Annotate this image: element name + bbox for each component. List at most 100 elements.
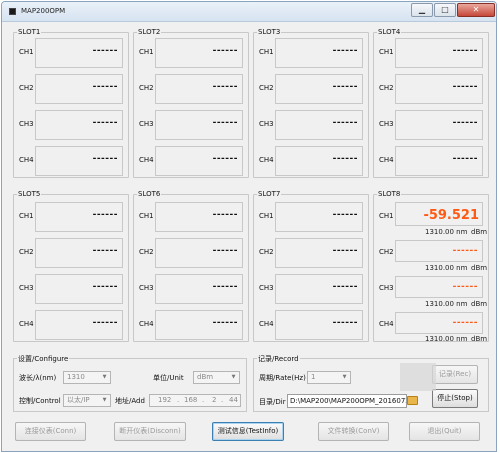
channel-label: CH4 <box>259 320 274 328</box>
wavelength-select-value: 1310 <box>67 373 85 381</box>
channel-reading: ------ <box>452 282 478 292</box>
channel-label: CH1 <box>259 48 274 56</box>
channel-reading-box: ------ <box>155 110 243 140</box>
channel-label: CH3 <box>379 284 394 292</box>
record-group: 记录/Record 周期/Rate(Hz) 1 ▼ 目录/Dir D:\MAP2… <box>253 354 489 412</box>
channel-label: CH1 <box>19 48 34 56</box>
channel-reading-box: ------ <box>275 310 363 340</box>
channel-reading: ------ <box>212 210 238 220</box>
ip-octet: 168 <box>184 396 198 404</box>
channel-reading: ------ <box>212 282 238 292</box>
channel-label: CH2 <box>19 84 34 92</box>
slot-1-panel: SLOT1 CH1 ------ CH2 ------ CH3 ------ C… <box>13 28 129 178</box>
channel-label: CH3 <box>259 120 274 128</box>
channel-label: CH3 <box>19 120 34 128</box>
channel-label: CH3 <box>139 284 154 292</box>
channel-reading: ------ <box>332 154 358 164</box>
slot-7-panel: SLOT7 CH1 ------ CH2 ------ CH3 ------ C… <box>253 190 369 342</box>
quit-button[interactable]: 退出(Quit) <box>409 422 480 441</box>
convert-button[interactable]: 文件转换(ConV) <box>318 422 389 441</box>
channel-label: CH4 <box>379 320 394 328</box>
channel-reading-box: ------ <box>275 202 363 232</box>
maximize-button[interactable]: □ <box>434 3 456 17</box>
close-button[interactable]: ✕ <box>457 3 495 17</box>
channel-reading-box: ------ <box>35 310 123 340</box>
window-title: MAP200OPM <box>21 7 66 15</box>
minimize-button[interactable]: ▁ <box>411 3 433 17</box>
rate-select-value: 1 <box>311 373 316 381</box>
channel-reading-box: ------ <box>275 110 363 140</box>
channel-reading-box: ------ <box>275 146 363 176</box>
channel-reading-box: ------ <box>155 274 243 304</box>
channel-label: CH3 <box>19 284 34 292</box>
channel-reading: ------ <box>92 154 118 164</box>
channel-unit: dBm <box>471 300 488 308</box>
channel-reading: ------ <box>332 46 358 56</box>
rate-select[interactable]: 1 ▼ <box>307 371 351 384</box>
slot-3-panel: SLOT3 CH1 ------ CH2 ------ CH3 ------ C… <box>253 28 369 178</box>
channel-reading-box: ------ <box>35 74 123 104</box>
channel-reading: ------ <box>212 154 238 164</box>
app-window: MAP200OPM ▁ □ ✕ SLOT1 CH1 ------ CH2 ---… <box>1 1 497 452</box>
channel-reading: ------ <box>92 282 118 292</box>
channel-label: CH3 <box>139 120 154 128</box>
channel-label: CH2 <box>379 248 394 256</box>
channel-reading-box: ------ <box>275 238 363 268</box>
slot-title: SLOT2 <box>137 28 162 36</box>
channel-reading-box: -59.521 <box>395 202 483 226</box>
channel-reading-box: ------ <box>155 238 243 268</box>
ip-address-input[interactable]: 192 . 168 . 2 . 44 <box>149 394 241 407</box>
slot-title: SLOT3 <box>257 28 282 36</box>
channel-label: CH4 <box>379 156 394 164</box>
channel-label: CH4 <box>139 156 154 164</box>
directory-input[interactable]: D:\MAP200\MAP200OPM_2016072( <box>287 394 407 408</box>
record-button[interactable]: 记录(Rec) <box>432 365 478 384</box>
channel-reading-box: ------ <box>395 38 483 68</box>
slot-title: SLOT4 <box>377 28 402 36</box>
slot-8-panel: SLOT8 CH1 -59.521 1310.00 nm dBm CH2 ---… <box>373 190 489 343</box>
folder-browse-icon[interactable] <box>407 396 418 405</box>
channel-reading-box: ------ <box>155 74 243 104</box>
unit-select-value: dBm <box>197 373 214 381</box>
channel-reading: -59.521 <box>423 208 479 223</box>
wavelength-select[interactable]: 1310 ▼ <box>63 371 111 384</box>
channel-reading: ------ <box>452 318 478 328</box>
channel-reading-box: ------ <box>155 38 243 68</box>
channel-wavelength: 1310.00 nm <box>425 300 468 308</box>
channel-reading: ------ <box>332 82 358 92</box>
wavelength-label: 波长/λ(nm) <box>19 374 57 382</box>
channel-label: CH1 <box>379 212 394 220</box>
slot-title: SLOT5 <box>17 190 42 198</box>
channel-unit: dBm <box>471 228 488 236</box>
channel-reading-box: ------ <box>155 310 243 340</box>
channel-label: CH1 <box>139 48 154 56</box>
channel-reading-box: ------ <box>395 74 483 104</box>
channel-reading-box: ------ <box>35 146 123 176</box>
channel-reading: ------ <box>92 46 118 56</box>
connect-button[interactable]: 连接仪表(Conn) <box>15 422 86 441</box>
stop-button[interactable]: 停止(Stop) <box>432 389 478 408</box>
channel-reading: ------ <box>332 282 358 292</box>
channel-label: CH3 <box>379 120 394 128</box>
control-select[interactable]: 以太/IP ▼ <box>63 394 111 407</box>
rate-label: 周期/Rate(Hz) <box>259 374 306 382</box>
slot-title: SLOT6 <box>137 190 162 198</box>
slot-title: SLOT8 <box>377 190 402 198</box>
channel-reading: ------ <box>212 118 238 128</box>
disconnect-button[interactable]: 断开仪表(Disconn) <box>114 422 186 441</box>
channel-label: CH2 <box>139 84 154 92</box>
chevron-down-icon: ▼ <box>231 374 236 380</box>
chevron-down-icon: ▼ <box>342 374 347 380</box>
chevron-down-icon: ▼ <box>102 397 107 403</box>
channel-reading: ------ <box>452 154 478 164</box>
unit-select[interactable]: dBm ▼ <box>193 371 240 384</box>
channel-label: CH2 <box>139 248 154 256</box>
channel-reading-box: ------ <box>35 38 123 68</box>
channel-reading: ------ <box>92 210 118 220</box>
channel-reading-box: ------ <box>35 202 123 232</box>
address-label: 地址/Add <box>115 397 145 405</box>
slot-title: SLOT1 <box>17 28 42 36</box>
test-info-button[interactable]: 测试信息(TestInfo) <box>212 422 284 441</box>
channel-label: CH3 <box>259 284 274 292</box>
chevron-down-icon: ▼ <box>102 374 107 380</box>
